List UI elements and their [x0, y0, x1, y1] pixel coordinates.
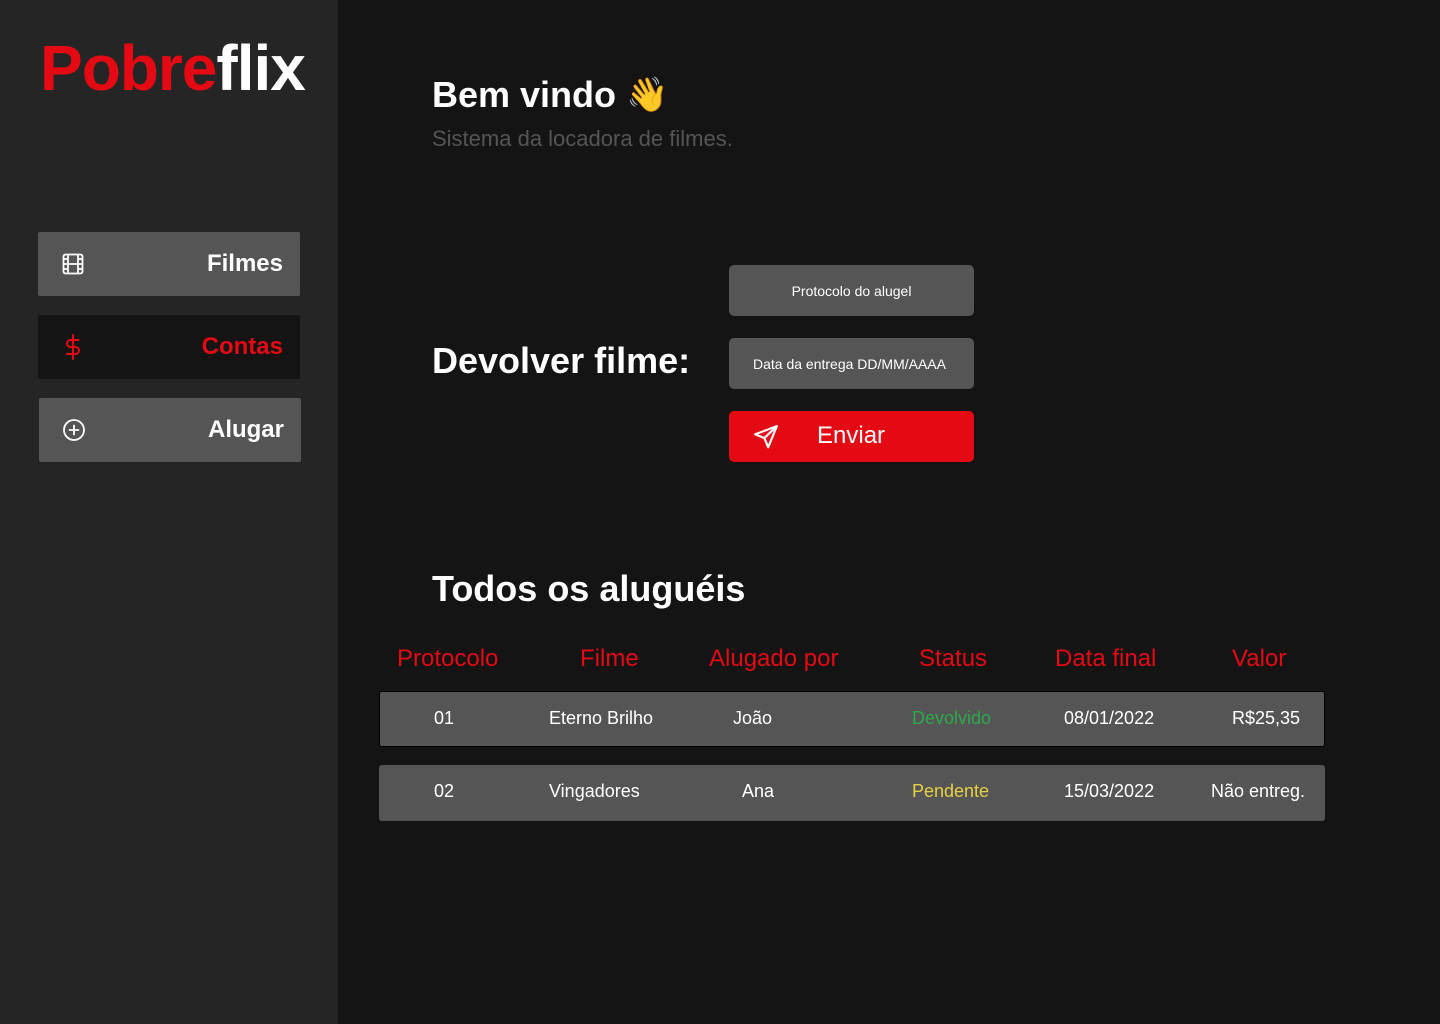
return-form-title: Devolver filme: [432, 340, 691, 381]
sidebar-item-filmes[interactable]: Filmes [38, 232, 300, 296]
sidebar-item-label: Alugar [207, 416, 284, 443]
column-header-status: Status [919, 645, 988, 672]
column-header-alugado-por: Alugado por [709, 645, 839, 672]
plus-circle-icon [61, 417, 87, 443]
send-icon [753, 424, 779, 450]
cell-data-final: 15/03/2022 [1064, 781, 1155, 801]
film-icon [60, 251, 86, 277]
column-header-protocolo: Protocolo [397, 645, 499, 672]
sidebar-item-contas[interactable]: Contas [38, 315, 300, 379]
cell-valor: R$25,35 [1232, 708, 1301, 728]
cell-status: Devolvido [912, 708, 992, 728]
return-date-input[interactable] [729, 338, 974, 389]
cell-protocolo: 02 [434, 781, 455, 801]
sidebar-item-alugar[interactable]: Alugar [39, 398, 301, 462]
table-row[interactable]: 02 Vingadores Ana Pendente 15/03/2022 Nã… [379, 765, 1325, 821]
dollar-icon [60, 334, 86, 360]
column-header-data-final: Data final [1055, 645, 1157, 672]
cell-alugado-por: Ana [742, 781, 775, 801]
sidebar-item-label: Contas [201, 333, 283, 360]
logo[interactable]: Pobreflix [40, 36, 306, 100]
sidebar-item-label: Filmes [206, 250, 283, 277]
cell-valor: Não entreg. [1211, 781, 1306, 801]
welcome-subtitle: Sistema da locadora de filmes. [432, 126, 733, 151]
waving-hand-icon: 👋 [626, 76, 669, 114]
rentals-title: Todos os aluguéis [432, 568, 746, 609]
cell-filme: Vingadores [549, 781, 640, 801]
cell-alugado-por: João [733, 708, 773, 728]
cell-protocolo: 01 [434, 708, 455, 728]
send-button-label: Enviar [817, 422, 886, 449]
logo-part-red: Pobre [40, 32, 217, 104]
welcome-heading: Bem vindo 👋 [432, 74, 668, 116]
cell-data-final: 08/01/2022 [1064, 708, 1155, 728]
table-row[interactable]: 01 Eterno Brilho João Devolvido 08/01/20… [379, 691, 1325, 747]
send-button[interactable]: Enviar [729, 411, 974, 462]
welcome-title: Bem vindo [432, 74, 617, 115]
logo-part-white: flix [216, 32, 305, 104]
protocol-input[interactable] [729, 265, 974, 316]
cell-status: Pendente [912, 781, 990, 801]
cell-filme: Eterno Brilho [549, 708, 654, 728]
column-header-valor: Valor [1232, 645, 1287, 672]
column-header-filme: Filme [580, 645, 639, 672]
sidebar: Pobreflix Filmes Contas Alugar [0, 0, 338, 1024]
